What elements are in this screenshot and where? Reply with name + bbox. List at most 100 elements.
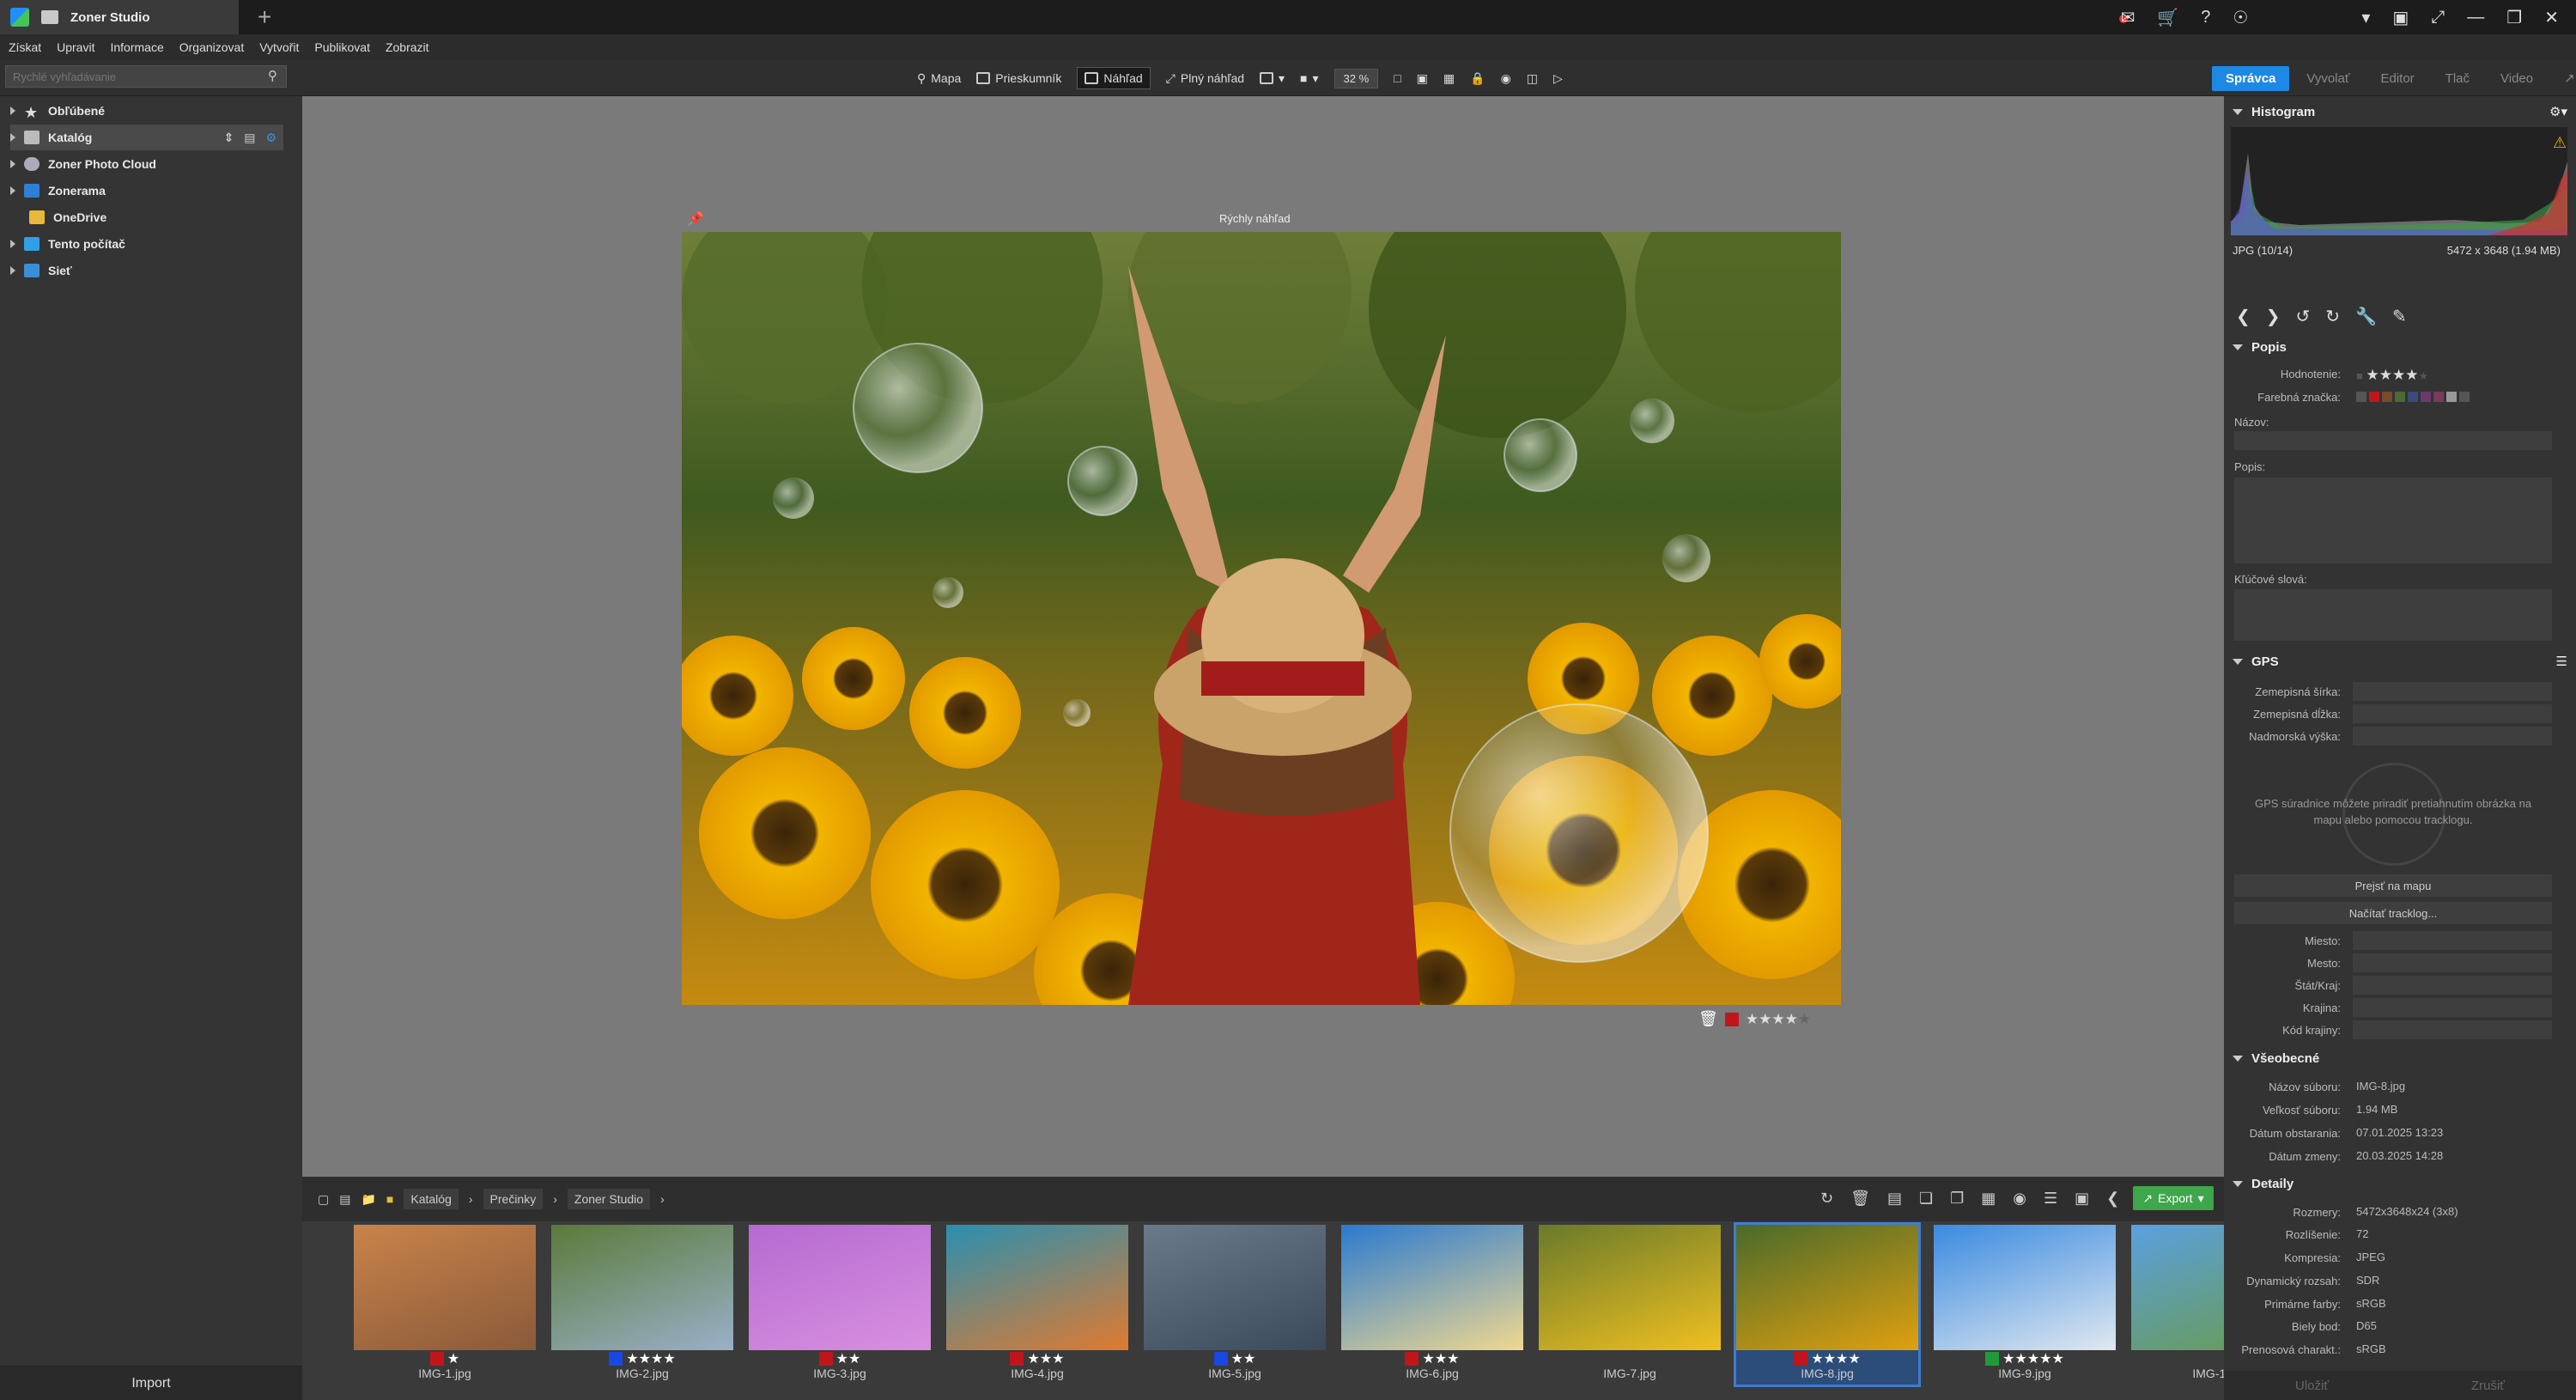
tools-icon[interactable]: 🔧 (2355, 306, 2377, 327)
title-field[interactable] (2234, 431, 2552, 450)
next-icon[interactable]: ❯ (2266, 306, 2281, 327)
keywords-field[interactable] (2234, 589, 2552, 641)
restore-icon[interactable]: ❐ (2506, 7, 2522, 28)
breadcrumb-folders[interactable]: Prečinky (483, 1189, 544, 1209)
import-button[interactable]: Import (0, 1366, 302, 1400)
thumbnail[interactable]: ★★★ IMG-4.jpg (946, 1225, 1128, 1385)
expand-arrow-icon[interactable] (10, 186, 15, 195)
previous-icon[interactable]: ❮ (2236, 306, 2251, 327)
menu-icon[interactable]: ☰ (2556, 654, 2567, 669)
tab-vyvolat[interactable]: Vyvolať (2293, 66, 2363, 91)
copy-icon[interactable]: ▤ (339, 1192, 350, 1207)
share-icon[interactable]: ❮ (2106, 1190, 2119, 1208)
city-field[interactable] (2353, 953, 2552, 972)
histogram-header[interactable]: Histogram ⚙▾ (2233, 100, 2567, 124)
thumbnail[interactable]: ★★ IMG-5.jpg (1144, 1225, 1326, 1385)
thumbnail-image[interactable] (551, 1225, 733, 1350)
menu-informace[interactable]: Informace (110, 40, 163, 54)
menu-zobrazit[interactable]: Zobrazit (386, 40, 429, 54)
filter-icon[interactable]: ◉ (2013, 1190, 2026, 1208)
hdr-button[interactable]: ■ ▾ (1300, 71, 1319, 86)
color-mark[interactable] (429, 1352, 444, 1366)
minimize-icon[interactable]: — (2467, 8, 2484, 27)
move-icon[interactable]: ▤ (1887, 1190, 1902, 1208)
duplicate-icon[interactable]: ❐ (1950, 1190, 1964, 1208)
fullscreen-icon[interactable]: ⤢ (2431, 8, 2445, 27)
notification-icon[interactable]: ✉ (2118, 7, 2135, 28)
general-header[interactable]: Všeobecné (2233, 1046, 2567, 1070)
copy-icon[interactable]: ❏ (1919, 1190, 1933, 1208)
tree-item-network[interactable]: Sieť (10, 258, 283, 283)
rotate-right-icon[interactable]: ↻ (2325, 306, 2340, 327)
menu-upravit[interactable]: Upravit (57, 40, 94, 54)
rotate-left-icon[interactable]: ↺ (2296, 306, 2311, 327)
color-mark-picker[interactable] (2353, 387, 2552, 406)
place-field[interactable] (2353, 931, 2552, 950)
add-tab-button[interactable]: + (258, 3, 271, 31)
rating-stars[interactable]: ★★ (1231, 1350, 1256, 1367)
fullscreen-preview-button[interactable]: ⤢ Plný náhľad (1166, 71, 1244, 86)
expand-arrow-icon[interactable] (10, 240, 15, 248)
menu-organizovat[interactable]: Organizovat (179, 40, 244, 54)
thumbnail-image[interactable] (1341, 1225, 1523, 1350)
breadcrumb-catalog[interactable]: Katalóg (404, 1189, 459, 1209)
thumbnail-image[interactable] (1736, 1225, 1918, 1350)
rating-stars[interactable]: ★★ (836, 1350, 861, 1367)
state-field[interactable] (2353, 976, 2552, 995)
rating-stars[interactable]: ★★★★ (1811, 1350, 1860, 1367)
popis-header[interactable]: Popis (2233, 335, 2567, 359)
lock-icon[interactable]: 🔒 (1470, 71, 1485, 86)
breadcrumb-zoner-studio[interactable]: Zoner Studio (567, 1189, 651, 1209)
color-mark[interactable] (609, 1352, 623, 1366)
description-field[interactable] (2234, 478, 2552, 563)
tab-tlac[interactable]: Tlač (2432, 66, 2483, 91)
fit-icon[interactable]: □ (1394, 71, 1400, 85)
color-mark[interactable] (1794, 1352, 1808, 1366)
view-icon[interactable]: ▣ (2075, 1190, 2089, 1208)
delete-icon[interactable]: 🗑 (1850, 1190, 1870, 1208)
info-overlay-icon[interactable]: ◉ (1501, 71, 1511, 86)
tab-editor[interactable]: Editor (2366, 66, 2427, 91)
folder-up-icon[interactable]: 📁 (361, 1192, 375, 1207)
thumbnail[interactable]: ★★★★★ IMG-9.jpg (1934, 1225, 2116, 1385)
country-code-field[interactable] (2353, 1020, 2552, 1039)
gps-header[interactable]: GPS ☰ (2233, 649, 2567, 673)
edit-icon[interactable]: ✎ (2392, 306, 2407, 327)
add-folder-icon[interactable]: ▤ (244, 131, 255, 145)
rating-stars[interactable]: ■ ★★★★★ (2353, 364, 2552, 383)
cart-icon[interactable]: 🛒 (2157, 7, 2178, 28)
compare-button[interactable]: ▾ (1260, 71, 1285, 86)
altitude-field[interactable] (2353, 727, 2552, 746)
expand-arrow-icon[interactable] (10, 133, 15, 142)
details-header[interactable]: Detaily (2233, 1172, 2567, 1196)
export-button[interactable]: ↗ Export ▾ (2133, 1186, 2214, 1210)
rating-stars[interactable]: ★ (447, 1350, 459, 1367)
open-external-icon[interactable]: ↗ (2550, 65, 2576, 91)
tab-spravca[interactable]: Správca (2212, 65, 2290, 91)
thumbnail[interactable]: ★★★★ IMG-2.jpg (551, 1225, 733, 1385)
thumbnail[interactable]: ★ IMG-1.jpg (354, 1225, 536, 1385)
cancel-button[interactable]: Zrušiť (2471, 1379, 2505, 1393)
account-icon[interactable]: ☉ (2233, 7, 2248, 28)
expand-arrow-icon[interactable] (10, 266, 15, 275)
zoom-field[interactable]: 32 % (1334, 68, 1379, 88)
app-tab[interactable]: Zoner Studio (0, 0, 239, 34)
trash-icon[interactable]: 🗑 (1698, 1010, 1718, 1028)
select-icon[interactable]: ▢ (318, 1192, 329, 1207)
thumbnail[interactable]: IMG-7.jpg (1539, 1225, 1721, 1385)
save-button[interactable]: Uložiť (2295, 1379, 2329, 1393)
menu-vytvorit[interactable]: Vytvořit (259, 40, 299, 54)
tree-item-photo-cloud[interactable]: Zoner Photo Cloud (10, 151, 283, 177)
go-to-map-button[interactable]: Prejsť na mapu (2234, 874, 2552, 897)
expand-arrow-icon[interactable] (10, 107, 15, 115)
thumbnail[interactable]: ★★ IMG-3.jpg (749, 1225, 931, 1385)
thumbnail-image[interactable] (354, 1225, 536, 1350)
thumbnail-image[interactable] (1934, 1225, 2116, 1350)
map-button[interactable]: ⚲ Mapa (917, 71, 961, 86)
thumbnail[interactable]: ★★★ IMG-6.jpg (1341, 1225, 1523, 1385)
gear-icon[interactable]: ⚙ (265, 131, 276, 145)
color-mark[interactable] (818, 1352, 833, 1366)
latitude-field[interactable] (2353, 682, 2552, 701)
thumbnail-image[interactable] (749, 1225, 931, 1350)
search-icon[interactable]: ⚲ (268, 68, 277, 83)
